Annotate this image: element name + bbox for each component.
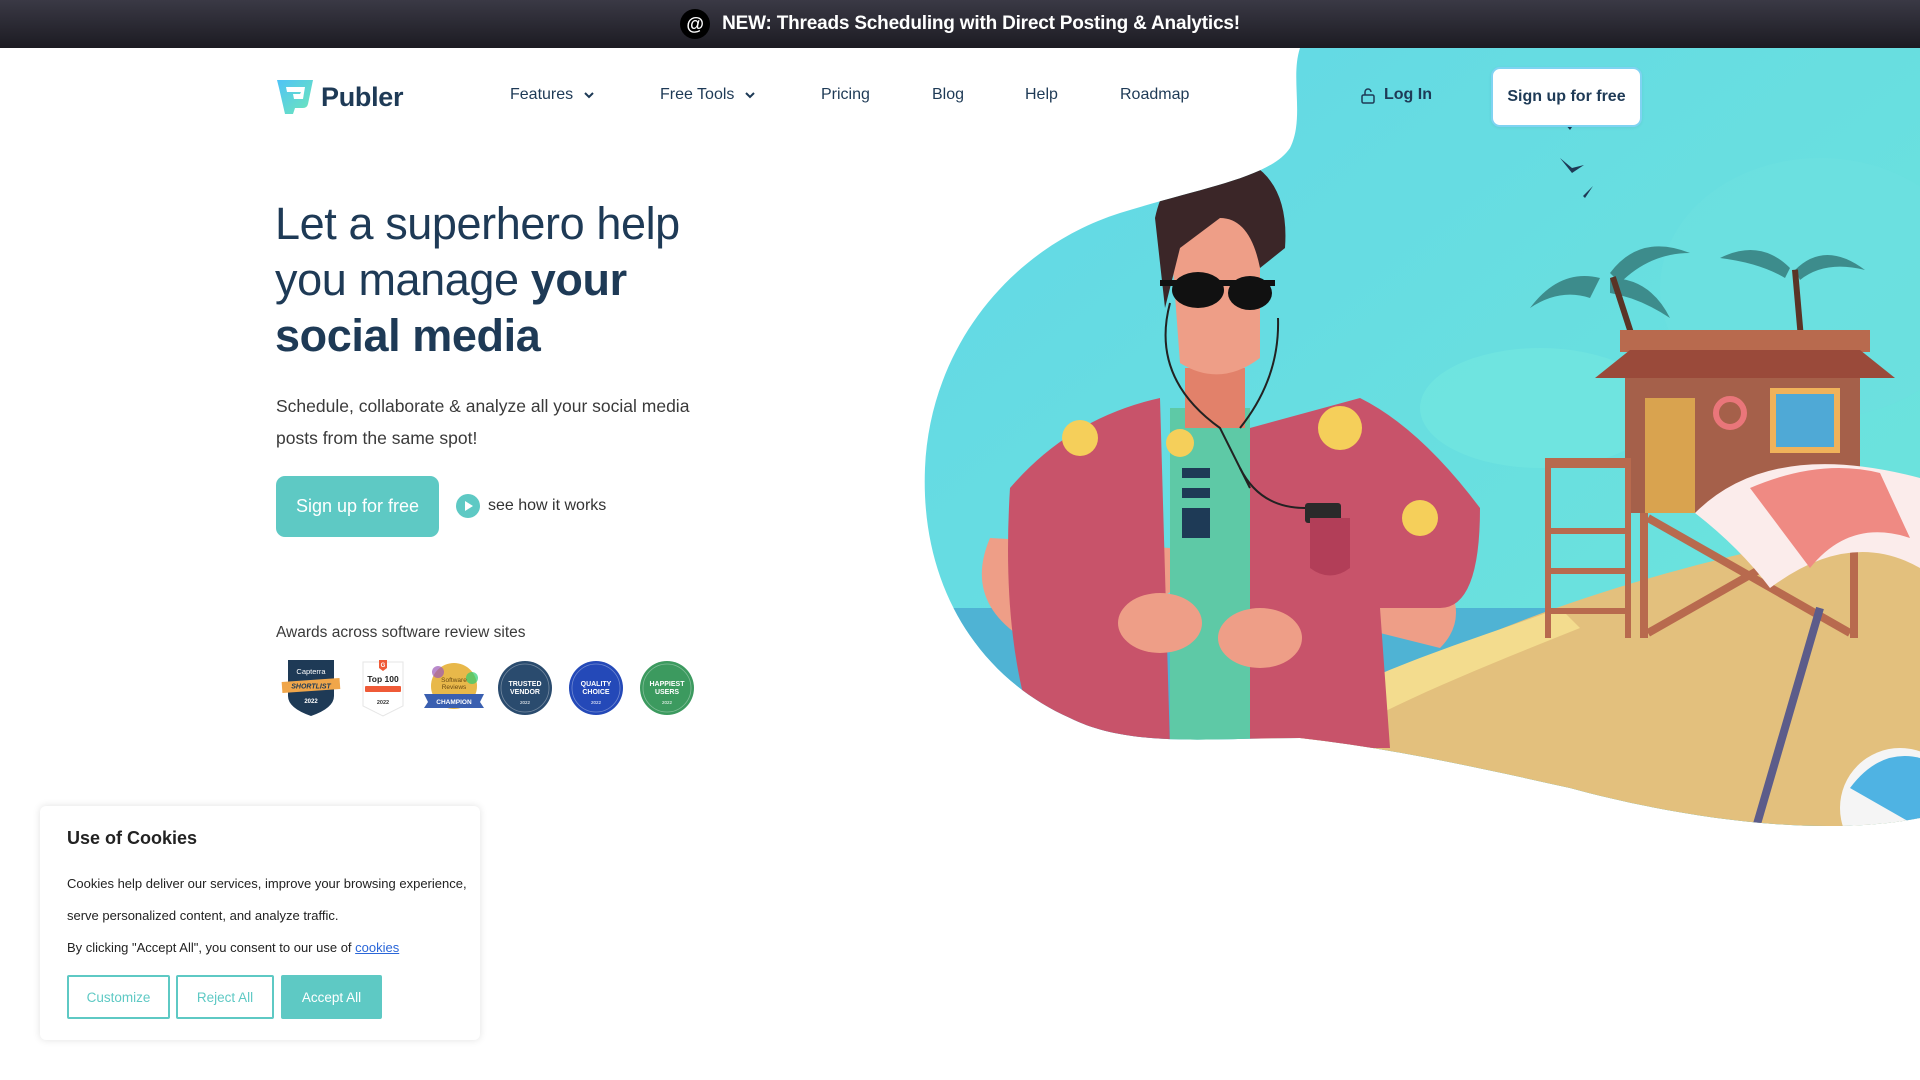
badge-title: TRUSTED: [508, 681, 541, 688]
quality-choice-badge: QUALITY CHOICE 2022: [569, 661, 623, 715]
badge-year: 2022: [377, 700, 389, 706]
svg-text:Reviews: Reviews: [442, 684, 467, 691]
cookie-banner: Use of Cookies Cookies help deliver our …: [40, 806, 480, 1040]
badge-subtitle: CHOICE: [582, 689, 610, 696]
badge-title: HAPPIEST: [649, 681, 685, 688]
trusted-vendor-badge: TRUSTED VENDOR 2022: [498, 661, 552, 715]
cookies-policy-link[interactable]: cookies: [355, 940, 399, 955]
nav-label: Blog: [932, 86, 965, 103]
headline-emphasis: your: [530, 254, 627, 305]
reject-all-button[interactable]: Reject All: [176, 975, 274, 1019]
signup-button-header[interactable]: Sign up for free: [1491, 67, 1642, 127]
badge-subtitle: CHAMPION: [436, 699, 472, 706]
svg-text:Software: Software: [441, 677, 467, 684]
nav-blog[interactable]: Blog: [932, 86, 964, 104]
play-icon: [456, 494, 480, 518]
nav-label: Features: [510, 86, 574, 103]
cookie-consent-text: By clicking "Accept All", you consent to…: [67, 940, 356, 955]
nav-roadmap[interactable]: Roadmap: [1120, 86, 1189, 104]
threads-icon: @: [680, 9, 711, 39]
headline-line3: social media: [275, 310, 541, 361]
badge-title: QUALITY: [581, 681, 612, 688]
chevron-down-icon: [584, 92, 594, 99]
customize-button[interactable]: Customize: [67, 975, 170, 1019]
announcement-text[interactable]: NEW: Threads Scheduling with Direct Post…: [722, 13, 1240, 35]
nav-pricing[interactable]: Pricing: [821, 86, 870, 104]
announcement-bar[interactable]: @ NEW: Threads Scheduling with Direct Po…: [0, 0, 1920, 48]
badge-title: Capterra: [296, 667, 326, 676]
hero-subtext: Schedule, collaborate & analyze all your…: [276, 396, 690, 448]
svg-text:G: G: [381, 663, 386, 669]
badge-year: 2022: [520, 700, 531, 705]
chevron-down-icon: [745, 92, 756, 99]
unlock-icon: [1361, 87, 1375, 104]
signup-button-hero[interactable]: Sign up for free: [276, 476, 439, 537]
badge-year: 2022: [591, 700, 602, 705]
award-badges: Capterra SHORTLIST 2022 G Top 100 2022 S…: [276, 656, 702, 720]
nav-label: Free Tools: [660, 86, 735, 103]
badge-subtitle: SHORTLIST: [291, 684, 331, 691]
happiest-users-badge: HAPPIEST USERS 2022: [640, 661, 694, 715]
headline-line2: you manage: [275, 254, 531, 305]
cookie-body-text: Cookies help deliver our services, impro…: [67, 876, 467, 923]
nav-label: Roadmap: [1120, 86, 1190, 103]
accept-all-button[interactable]: Accept All: [281, 975, 382, 1019]
awards-label: Awards across software review sites: [276, 624, 526, 641]
login-link[interactable]: Log In: [1360, 86, 1432, 104]
nav-features[interactable]: Features: [510, 86, 595, 104]
cookie-title: Use of Cookies: [67, 828, 198, 848]
see-how-it-works-link[interactable]: see how it works: [456, 494, 606, 518]
capterra-shortlist-badge: Capterra SHORTLIST 2022: [281, 660, 341, 716]
logo-text: Publer: [321, 81, 404, 112]
badge-year: 2022: [304, 699, 318, 705]
hero-illustration: [924, 48, 1920, 827]
badge-title: Top 100: [367, 674, 399, 684]
headline-line1: Let a superhero help: [275, 198, 680, 249]
see-how-label: see how it works: [488, 497, 607, 514]
nav-label: Help: [1025, 86, 1058, 103]
cookie-body: Cookies help deliver our services, impro…: [67, 868, 467, 964]
software-reviews-champion-badge: Software Reviews CHAMPION: [424, 663, 484, 709]
g2-top100-badge: G Top 100 2022: [362, 660, 404, 717]
badge-year: 2022: [662, 700, 673, 705]
publer-logo-icon: [277, 80, 313, 114]
login-label: Log In: [1384, 86, 1432, 103]
nav-help[interactable]: Help: [1025, 86, 1058, 104]
badge-subtitle: USERS: [655, 689, 679, 696]
logo[interactable]: Publer: [275, 78, 404, 116]
badge-subtitle: VENDOR: [510, 689, 540, 696]
nav-free-tools[interactable]: Free Tools: [660, 86, 756, 104]
hero-headline: Let a superhero help you manage your soc…: [275, 196, 755, 364]
illustration-scene: [924, 48, 1920, 827]
nav-label: Pricing: [821, 86, 870, 103]
